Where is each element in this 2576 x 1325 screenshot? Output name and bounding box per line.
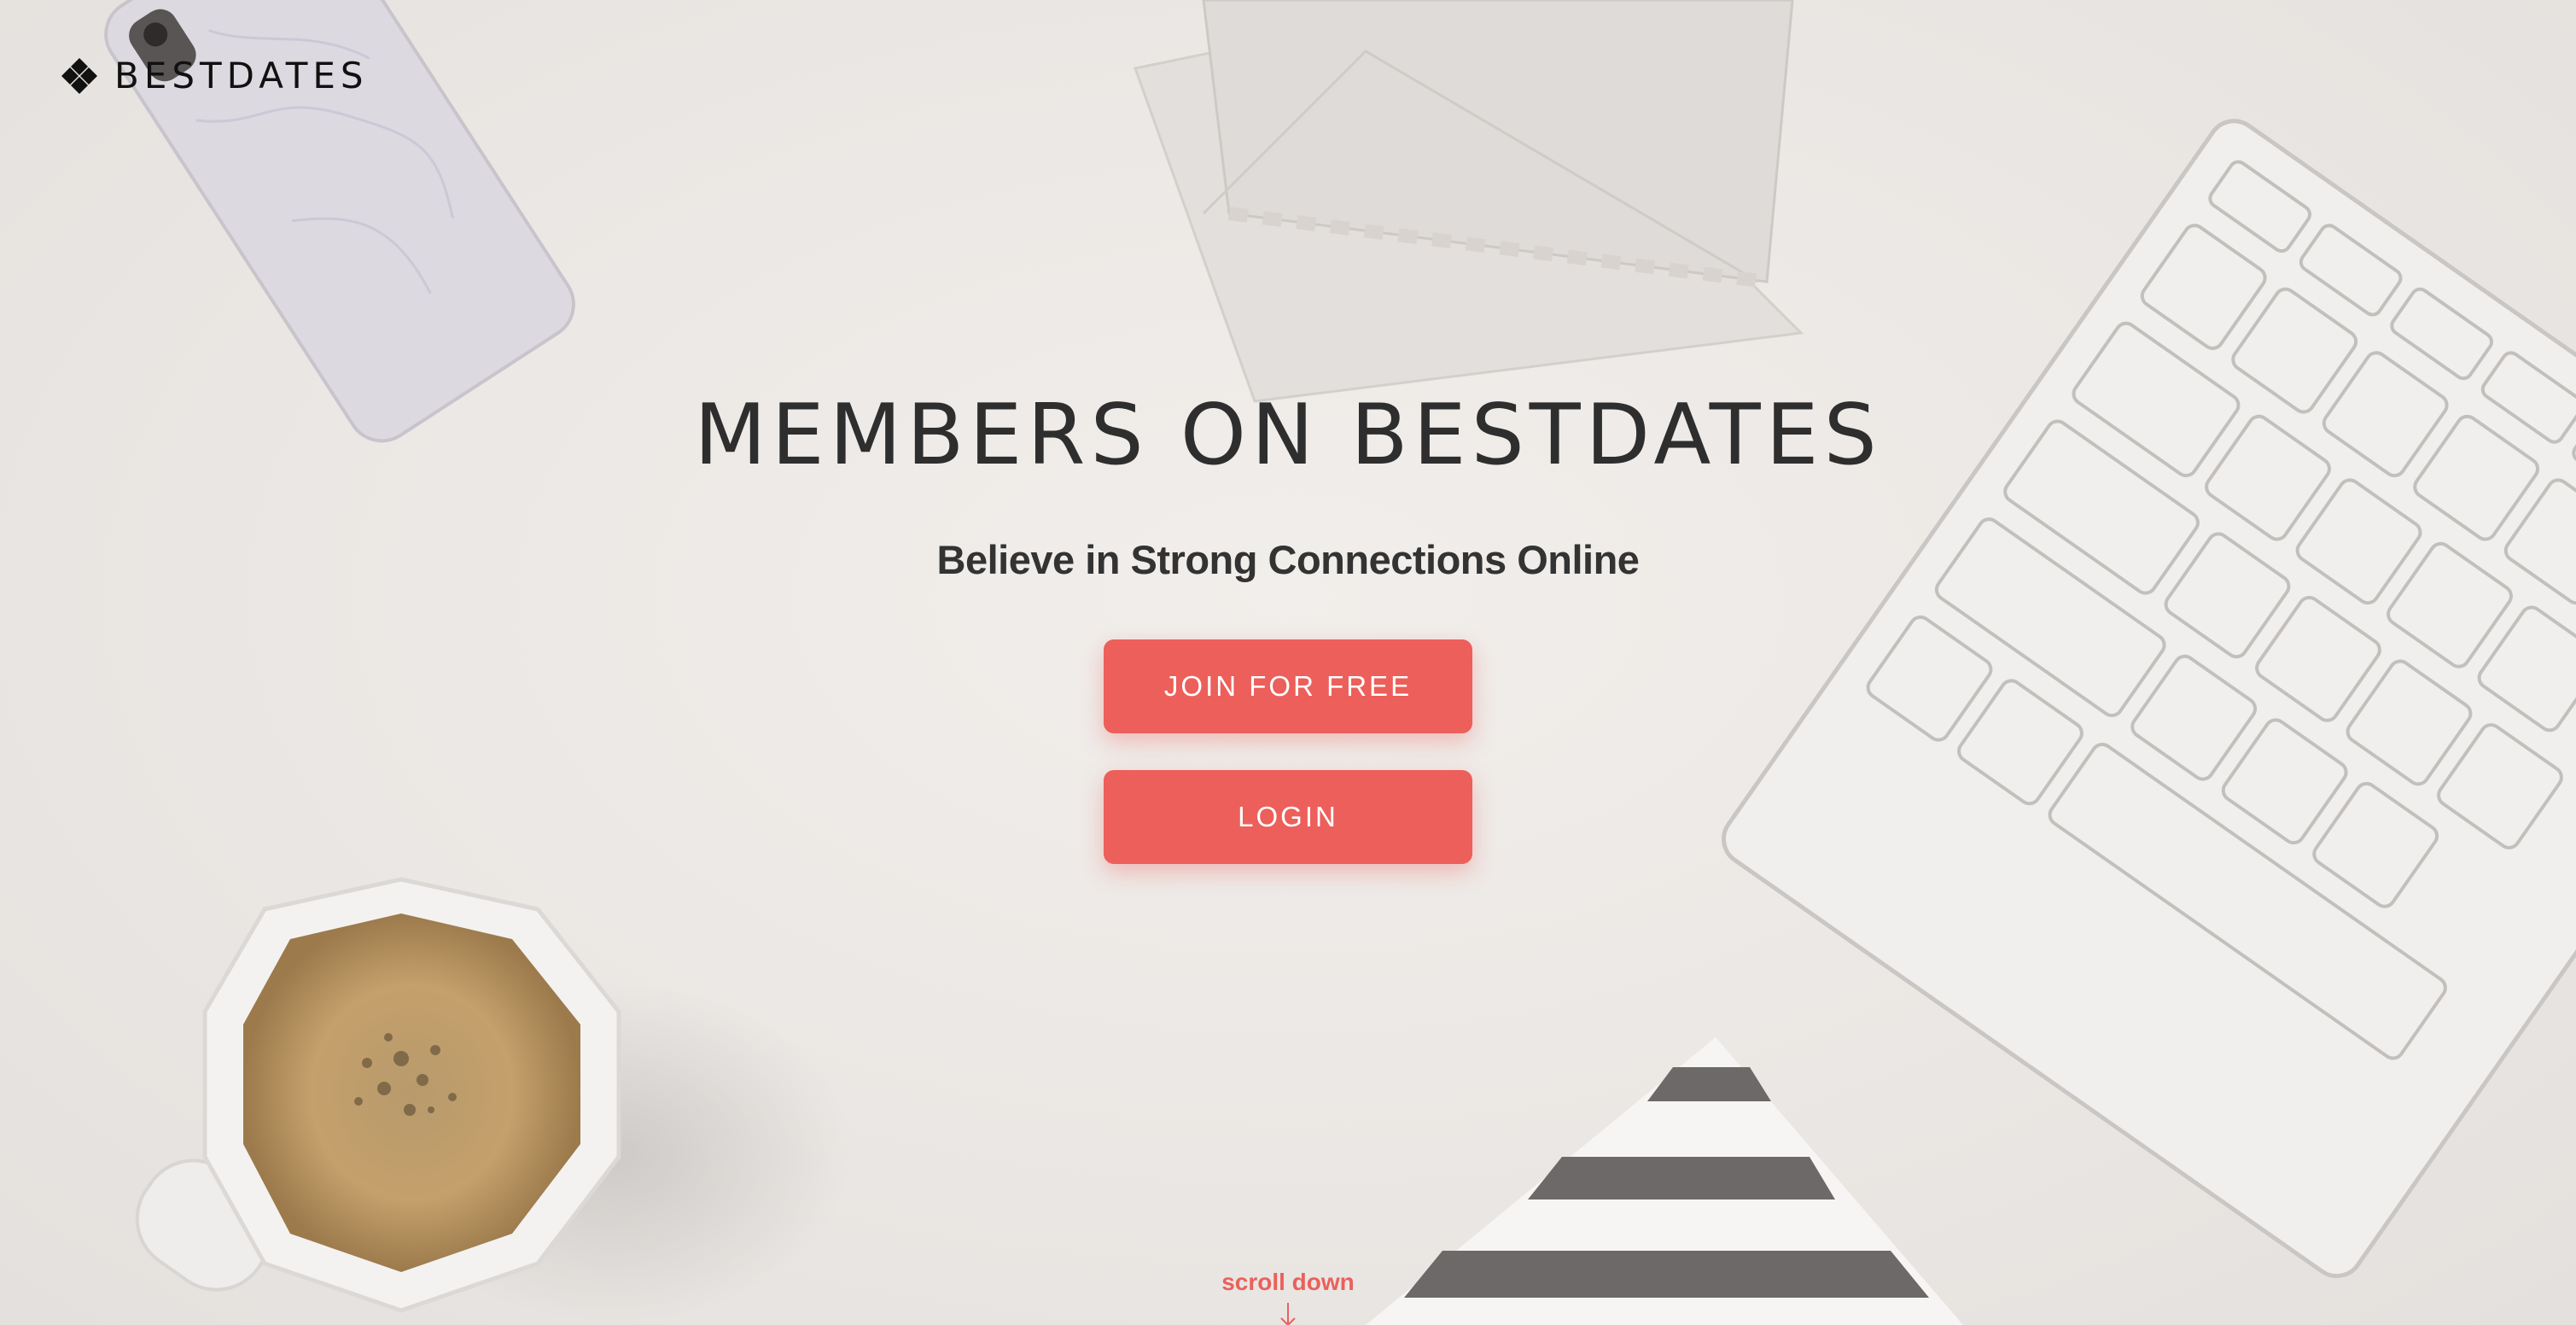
diamond-heart-logo-icon xyxy=(61,58,97,94)
hero-title: MEMBERS ON BESTDATES xyxy=(694,387,1882,484)
brand-name: BESTDATES xyxy=(114,55,369,96)
scroll-down-label: scroll down xyxy=(1221,1269,1355,1295)
join-for-free-button[interactable]: JOIN FOR FREE xyxy=(1104,639,1472,733)
landing-page: BESTDATES MEMBERS ON BESTDATES Believe i… xyxy=(0,0,2576,1325)
brand-logo[interactable]: BESTDATES xyxy=(60,56,369,96)
login-button[interactable]: LOGIN xyxy=(1104,770,1472,864)
coffee-cup-icon xyxy=(135,877,854,1323)
hero-section: MEMBERS ON BESTDATES Believe in Strong C… xyxy=(0,376,2576,864)
hero-subtitle: Believe in Strong Connections Online xyxy=(936,537,1640,582)
arrow-down-icon xyxy=(1280,1303,1296,1325)
envelope-icon xyxy=(1134,0,1804,403)
scroll-down-link[interactable]: scroll down xyxy=(0,1269,2576,1325)
